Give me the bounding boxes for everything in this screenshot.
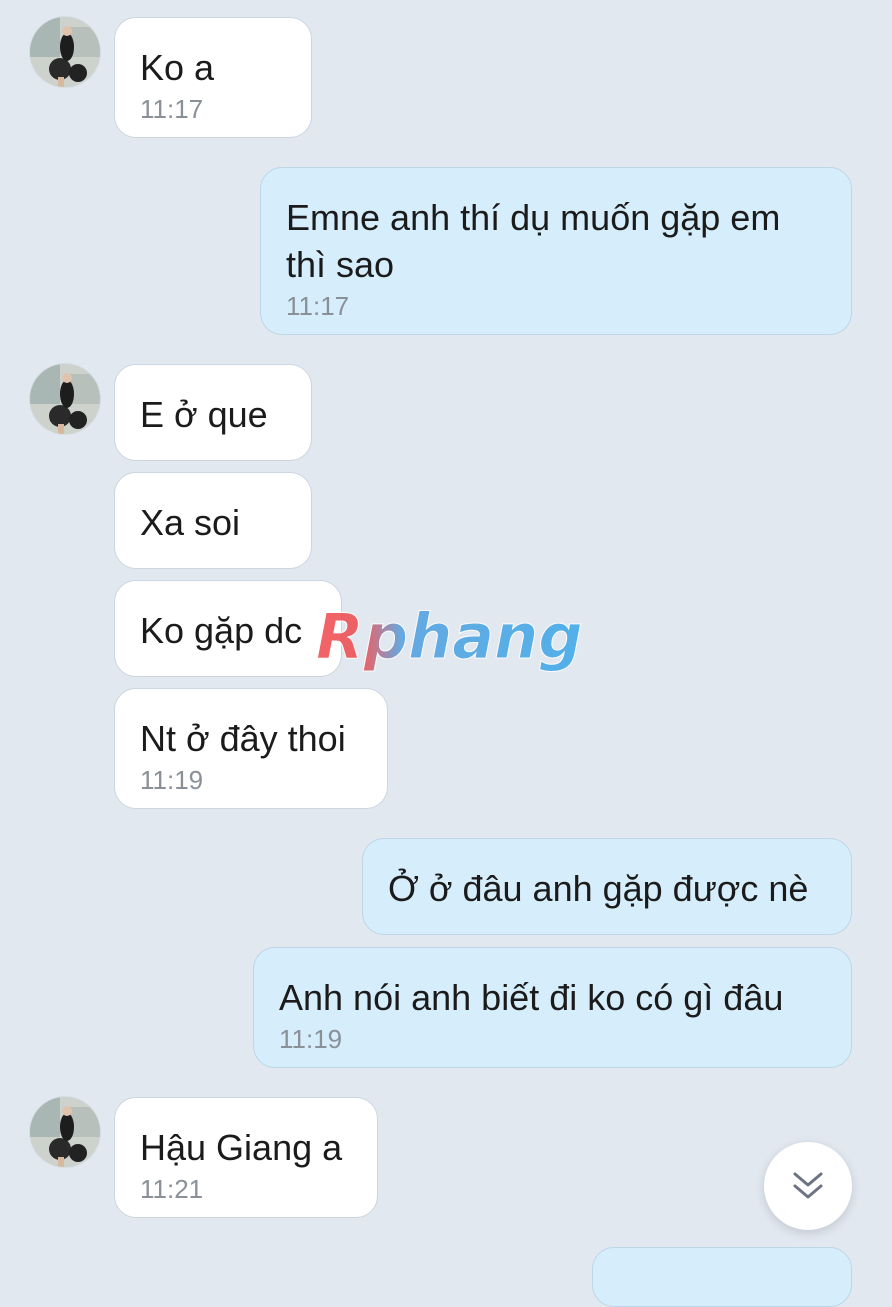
message-text: Xa soi [140, 502, 241, 543]
contact-avatar[interactable] [30, 1097, 100, 1167]
message-bubble-incoming[interactable]: Xa soi [114, 472, 312, 569]
message-text: Nt ở đây thoi [140, 718, 346, 759]
watermark-text: Rphang [316, 600, 583, 673]
contact-avatar[interactable] [30, 17, 100, 87]
message-time: 11:19 [279, 1024, 343, 1054]
message-time: 11:17 [286, 291, 350, 321]
message-text: Hậu Giang a [140, 1127, 343, 1168]
message-text: Anh nói anh biết đi ko có gì đâu [279, 977, 784, 1018]
message-bubble-outgoing[interactable]: Anh nói anh biết đi ko có gì đâu 11:19 [253, 947, 852, 1068]
avatar-photo-icon [30, 364, 100, 434]
message-text: Ko a [140, 47, 215, 88]
message-text: E ở que [140, 394, 268, 435]
chat-area[interactable]: Ko a 11:17 Emne anh thí dụ muốn gặp em t… [0, 0, 892, 1307]
message-time: 11:21 [140, 1174, 204, 1204]
message-bubble-incoming[interactable]: E ở que [114, 364, 312, 461]
avatar-photo-icon [30, 17, 100, 87]
message-text: Ở ở đâu anh gặp được nè [388, 868, 809, 909]
message-bubble-outgoing-partial[interactable] [592, 1247, 852, 1307]
message-bubble-incoming[interactable]: Ko gặp dc [114, 580, 342, 677]
message-bubble-outgoing[interactable]: Emne anh thí dụ muốn gặp em thì sao 11:1… [260, 167, 852, 335]
message-text: Emne anh thí dụ muốn gặp em thì sao [286, 197, 791, 285]
message-bubble-incoming[interactable]: Ko a 11:17 [114, 17, 312, 138]
contact-avatar[interactable] [30, 364, 100, 434]
watermark-logo: Rphang [316, 600, 584, 674]
message-bubble-incoming[interactable]: Hậu Giang a 11:21 [114, 1097, 378, 1218]
message-time: 11:19 [140, 765, 204, 795]
message-text: Ko gặp dc [140, 610, 303, 651]
message-bubble-incoming[interactable]: Nt ở đây thoi 11:19 [114, 688, 388, 809]
chevrons-down-icon [793, 1172, 823, 1199]
scroll-to-bottom-button[interactable] [764, 1142, 852, 1230]
avatar-photo-icon [30, 1097, 100, 1167]
message-bubble-outgoing[interactable]: Ở ở đâu anh gặp được nè [362, 838, 852, 935]
message-time: 11:17 [140, 94, 204, 124]
